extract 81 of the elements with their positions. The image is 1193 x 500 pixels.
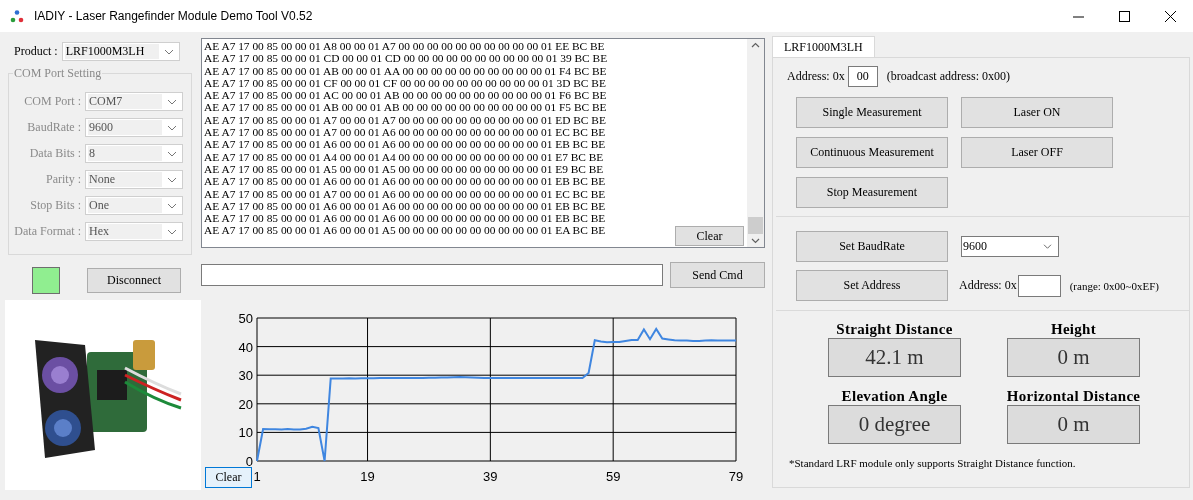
maximize-icon[interactable] (1118, 10, 1130, 22)
x-tick-label: 19 (360, 469, 375, 484)
y-tick-label: 40 (238, 339, 253, 355)
log-line: AE A7 17 00 85 00 00 01 AB 00 00 01 AA 00 00 00 00 00 00 00 00 00 00 01 F4 BC BE (204, 64, 607, 77)
command-button[interactable]: Single Measurement (796, 97, 948, 128)
log-line: AE A7 17 00 85 00 00 01 CF 00 00 01 CF 00 00 00 00 00 00 00 00 00 00 01 3D BC BE (204, 76, 606, 90)
command-field[interactable] (201, 264, 663, 286)
log-line: AE A7 17 00 85 00 00 01 A8 00 00 01 A7 00 00 00 00 00 00 00 00 00 00 01 EE BC BE (204, 40, 605, 53)
y-tick-label: 30 (238, 368, 253, 384)
field-label: Data Format : (14, 224, 81, 239)
chevron-down-icon (166, 227, 178, 236)
set-address-button[interactable]: Set Address (796, 270, 948, 301)
command-button[interactable]: Laser ON (961, 97, 1113, 128)
readout-label: Height (1050, 320, 1097, 338)
log-line: AE A7 17 00 85 00 00 01 AC 00 00 01 AB 00 00 00 00 00 00 00 00 00 00 01 F6 BC BE (204, 89, 607, 102)
readout-value: 0 m (1007, 338, 1140, 377)
window-title: IADIY - Laser Rangefinder Module Demo Tool V0.52 (34, 9, 314, 23)
field-label: Data Bits : (29, 146, 81, 161)
chevron-down-icon (166, 149, 178, 158)
field-label: BaudRate : (27, 120, 81, 135)
log-line: AE A7 17 00 85 00 00 01 A7 00 00 01 A6 00 00 00 00 00 00 00 00 00 00 01 EC BC BE (204, 126, 606, 139)
log-line: AE A7 17 00 85 00 00 01 AB 00 00 01 AB 00 00 00 00 00 00 00 00 00 00 01 F5 BC BE (204, 101, 607, 114)
readout-label: Elevation Angle (841, 387, 948, 405)
send-button[interactable]: Send Cmd (670, 262, 765, 288)
x-tick-label: 79 (728, 469, 744, 484)
field-label: Parity : (46, 172, 81, 187)
field-label: Address: 0x (787, 69, 845, 84)
scrollbar[interactable] (747, 39, 764, 247)
address-field[interactable]: 00 (847, 66, 878, 87)
command-button[interactable]: Laser OFF (961, 137, 1113, 168)
tab[interactable]: LRF1000M3LH (772, 36, 875, 57)
log-line: AE A7 17 00 85 00 00 01 A7 00 00 01 A7 00 00 00 00 00 00 00 00 00 00 01 ED BC BE (204, 113, 606, 127)
close-icon[interactable] (1164, 10, 1176, 22)
footnote: *Standard LRF module only supports Straight Distance function. (788, 456, 1077, 469)
log-line: AE A7 17 00 85 00 00 01 A6 00 00 01 A6 00 00 00 00 00 00 00 00 00 00 01 EB BC BE (204, 199, 606, 213)
x-tick-label: 1 (253, 469, 261, 484)
chevron-down-icon (162, 47, 175, 56)
log-line: AE A7 17 00 85 00 00 01 A7 00 00 01 A6 00 00 00 00 00 00 00 00 00 00 01 EC BC BE (204, 187, 606, 200)
command-button[interactable]: Stop Measurement (796, 177, 948, 208)
clear-button[interactable]: Clear (205, 467, 252, 488)
field-label: COM Port : (24, 94, 81, 109)
log-line: AE A7 17 00 85 00 00 01 CD 00 00 01 CD 00 00 00 00 00 00 00 00 00 00 01 39 BC BE (204, 52, 608, 65)
chevron-down-icon (166, 201, 178, 210)
command-button[interactable]: Continuous Measurement (796, 137, 948, 168)
hint-text: (broadcast address: 0x00) (886, 69, 1010, 84)
y-tick-label: 50 (238, 311, 253, 326)
log-line: AE A7 17 00 85 00 00 01 A6 00 00 01 A5 00 00 00 00 00 00 00 00 00 00 01 EA BC BE (204, 224, 606, 237)
chevron-down-icon (166, 97, 178, 106)
y-tick-label: 0 (245, 454, 253, 469)
log-line: AE A7 17 00 85 00 00 01 A6 00 00 01 A6 00 00 00 00 00 00 00 00 00 00 01 EB BC BE (204, 138, 606, 151)
readout-value: 0 m (1007, 405, 1140, 444)
readout-value: 0 degree (828, 405, 961, 444)
readout-label: Straight Distance (836, 320, 953, 338)
log-line: AE A7 17 00 85 00 00 01 A6 00 00 01 A6 00 00 00 00 00 00 00 00 00 00 01 EB BC BE (204, 175, 606, 188)
app-logo-icon (10, 9, 24, 23)
scroll-thumb[interactable] (748, 217, 763, 234)
clear-button[interactable]: Clear (675, 226, 744, 246)
address-field[interactable] (1017, 274, 1061, 297)
scroll-up-icon (751, 42, 760, 48)
y-tick-label: 10 (238, 425, 253, 441)
chevron-down-icon (1042, 243, 1053, 250)
field-label: Stop Bits : (30, 198, 81, 213)
readout-label: Horizontal Distance (1006, 387, 1141, 405)
field-label: Product : (14, 44, 58, 59)
disconnect-button[interactable]: Disconnect (87, 268, 181, 293)
log-line: AE A7 17 00 85 00 00 01 A4 00 00 01 A4 00 00 00 00 00 00 00 00 00 00 01 E7 BC BE (204, 150, 604, 163)
dropdown[interactable]: LRF1000M3LH (61, 42, 180, 61)
x-tick-label: 59 (605, 469, 621, 484)
readout-value: 42.1 m (828, 338, 961, 377)
group-title: COM Port Setting (13, 66, 103, 81)
x-tick-label: 39 (483, 469, 498, 484)
field-label: Address: 0x (959, 278, 1017, 293)
log-line: AE A7 17 00 85 00 00 01 A6 00 00 01 A6 00 00 00 00 00 00 00 00 00 00 01 EB BC BE (204, 212, 606, 225)
y-tick-label: 20 (238, 396, 253, 412)
hint-text: (range: 0x00~0xEF) (1069, 279, 1160, 292)
log-line: AE A7 17 00 85 00 00 01 A5 00 00 01 A5 00 00 00 00 00 00 00 00 00 00 01 E9 BC BE (204, 162, 604, 176)
scroll-down-icon (751, 238, 760, 244)
chevron-down-icon (166, 175, 178, 184)
chevron-down-icon (166, 123, 178, 132)
set-baudrate-button[interactable]: Set BaudRate (796, 231, 948, 262)
dropdown[interactable]: 9600 (961, 236, 1059, 257)
